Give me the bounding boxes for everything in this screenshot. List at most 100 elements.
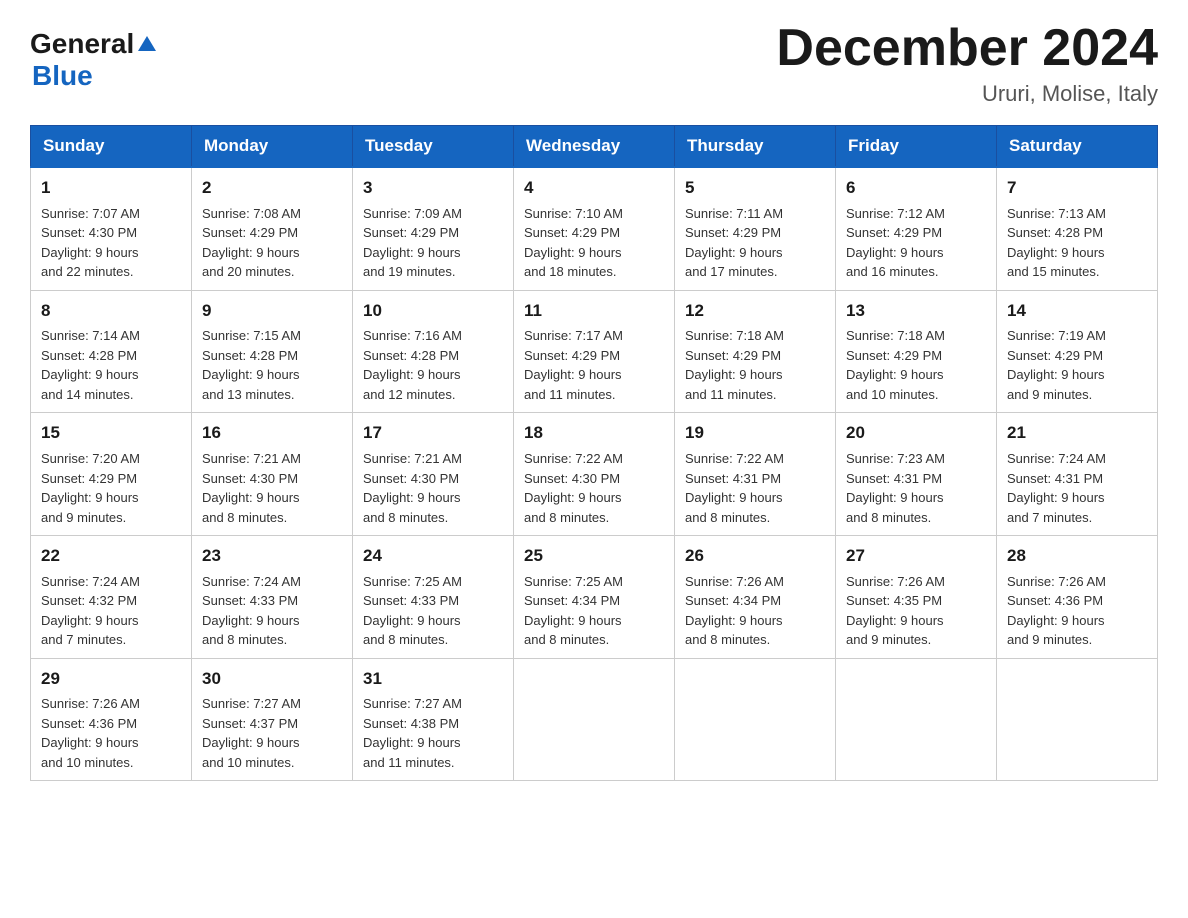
week-row-4: 22Sunrise: 7:24 AMSunset: 4:32 PMDayligh… bbox=[31, 536, 1158, 659]
day-cell-21: 21 Sunrise: 7:24 AMSunset: 4:31 PMDayligh… bbox=[997, 413, 1158, 536]
day-cell-4: 4Sunrise: 7:10 AMSunset: 4:29 PMDaylight… bbox=[514, 167, 675, 290]
day-cell-17: 17Sunrise: 7:21 AMSunset: 4:30 PMDayligh… bbox=[353, 413, 514, 536]
day-cell-19: 19 Sunrise: 7:22 AMSunset: 4:31 PMDayligh… bbox=[675, 413, 836, 536]
day-number-18: 18 bbox=[524, 421, 664, 446]
day-cell-14: 14Sunrise: 7:19 AMSunset: 4:29 PMDayligh… bbox=[997, 290, 1158, 413]
day-number-7: 7 bbox=[1007, 176, 1147, 201]
day-info-3: Sunrise: 7:09 AMSunset: 4:29 PMDaylight:… bbox=[363, 204, 503, 282]
day-cell-6: 6 Sunrise: 7:12 AMSunset: 4:29 PMDaylight… bbox=[836, 167, 997, 290]
day-number-1: 1 bbox=[41, 176, 181, 201]
day-info-21: Sunrise: 7:24 AMSunset: 4:31 PMDaylight:… bbox=[1007, 449, 1147, 527]
day-cell-2: 2 Sunrise: 7:08 AMSunset: 4:29 PMDaylight… bbox=[192, 167, 353, 290]
day-cell-10: 10Sunrise: 7:16 AMSunset: 4:28 PMDayligh… bbox=[353, 290, 514, 413]
day-number-15: 15 bbox=[41, 421, 181, 446]
day-info-27: Sunrise: 7:26 AMSunset: 4:35 PMDaylight:… bbox=[846, 572, 986, 650]
day-cell-9: 9Sunrise: 7:15 AMSunset: 4:28 PMDaylight… bbox=[192, 290, 353, 413]
day-cell-12: 12Sunrise: 7:18 AMSunset: 4:29 PMDayligh… bbox=[675, 290, 836, 413]
day-info-19: Sunrise: 7:22 AMSunset: 4:31 PMDaylight:… bbox=[685, 449, 825, 527]
day-info-24: Sunrise: 7:25 AMSunset: 4:33 PMDaylight:… bbox=[363, 572, 503, 650]
page-title: December 2024 bbox=[776, 20, 1158, 77]
week-row-5: 29Sunrise: 7:26 AMSunset: 4:36 PMDayligh… bbox=[31, 658, 1158, 781]
header-monday: Monday bbox=[192, 126, 353, 168]
day-number-10: 10 bbox=[363, 299, 503, 324]
day-cell-28: 28 Sunrise: 7:26 AMSunset: 4:36 PMDayligh… bbox=[997, 536, 1158, 659]
day-number-23: 23 bbox=[202, 544, 342, 569]
day-number-14: 14 bbox=[1007, 299, 1147, 324]
day-number-29: 29 bbox=[41, 667, 181, 692]
empty-cell-w4-c4 bbox=[675, 658, 836, 781]
day-number-21: 21 bbox=[1007, 421, 1147, 446]
day-number-24: 24 bbox=[363, 544, 503, 569]
day-number-16: 16 bbox=[202, 421, 342, 446]
day-info-1: Sunrise: 7:07 AMSunset: 4:30 PMDaylight:… bbox=[41, 204, 181, 282]
day-info-26: Sunrise: 7:26 AMSunset: 4:34 PMDaylight:… bbox=[685, 572, 825, 650]
day-cell-15: 15 Sunrise: 7:20 AMSunset: 4:29 PMDayligh… bbox=[31, 413, 192, 536]
day-info-25: Sunrise: 7:25 AMSunset: 4:34 PMDaylight:… bbox=[524, 572, 664, 650]
calendar-body: 1 Sunrise: 7:07 AMSunset: 4:30 PMDaylight… bbox=[31, 167, 1158, 781]
header-friday: Friday bbox=[836, 126, 997, 168]
day-cell-29: 29Sunrise: 7:26 AMSunset: 4:36 PMDayligh… bbox=[31, 658, 192, 781]
day-info-11: Sunrise: 7:17 AMSunset: 4:29 PMDaylight:… bbox=[524, 326, 664, 404]
day-cell-8: 8Sunrise: 7:14 AMSunset: 4:28 PMDaylight… bbox=[31, 290, 192, 413]
header-tuesday: Tuesday bbox=[353, 126, 514, 168]
header-row: SundayMondayTuesdayWednesdayThursdayFrid… bbox=[31, 126, 1158, 168]
logo-general-text: General bbox=[30, 28, 134, 60]
day-number-13: 13 bbox=[846, 299, 986, 324]
day-info-7: Sunrise: 7:13 AMSunset: 4:28 PMDaylight:… bbox=[1007, 204, 1147, 282]
day-number-9: 9 bbox=[202, 299, 342, 324]
day-cell-13: 13Sunrise: 7:18 AMSunset: 4:29 PMDayligh… bbox=[836, 290, 997, 413]
day-info-8: Sunrise: 7:14 AMSunset: 4:28 PMDaylight:… bbox=[41, 326, 181, 404]
empty-cell-w4-c6 bbox=[997, 658, 1158, 781]
day-number-31: 31 bbox=[363, 667, 503, 692]
day-cell-24: 24 Sunrise: 7:25 AMSunset: 4:33 PMDayligh… bbox=[353, 536, 514, 659]
day-number-25: 25 bbox=[524, 544, 664, 569]
page-subtitle: Ururi, Molise, Italy bbox=[776, 81, 1158, 107]
day-info-10: Sunrise: 7:16 AMSunset: 4:28 PMDaylight:… bbox=[363, 326, 503, 404]
logo: General Blue bbox=[30, 28, 156, 92]
day-info-31: Sunrise: 7:27 AMSunset: 4:38 PMDaylight:… bbox=[363, 694, 503, 772]
calendar-table: SundayMondayTuesdayWednesdayThursdayFrid… bbox=[30, 125, 1158, 781]
day-info-30: Sunrise: 7:27 AMSunset: 4:37 PMDaylight:… bbox=[202, 694, 342, 772]
day-number-17: 17 bbox=[363, 421, 503, 446]
day-info-2: Sunrise: 7:08 AMSunset: 4:29 PMDaylight:… bbox=[202, 204, 342, 282]
day-cell-25: 25 Sunrise: 7:25 AMSunset: 4:34 PMDayligh… bbox=[514, 536, 675, 659]
page-header: General Blue December 2024 Ururi, Molise… bbox=[30, 20, 1158, 107]
day-number-30: 30 bbox=[202, 667, 342, 692]
day-info-14: Sunrise: 7:19 AMSunset: 4:29 PMDaylight:… bbox=[1007, 326, 1147, 404]
day-info-6: Sunrise: 7:12 AMSunset: 4:29 PMDaylight:… bbox=[846, 204, 986, 282]
day-info-22: Sunrise: 7:24 AMSunset: 4:32 PMDaylight:… bbox=[41, 572, 181, 650]
day-cell-30: 30Sunrise: 7:27 AMSunset: 4:37 PMDayligh… bbox=[192, 658, 353, 781]
day-cell-23: 23 Sunrise: 7:24 AMSunset: 4:33 PMDayligh… bbox=[192, 536, 353, 659]
day-cell-7: 7 Sunrise: 7:13 AMSunset: 4:28 PMDaylight… bbox=[997, 167, 1158, 290]
day-number-11: 11 bbox=[524, 299, 664, 324]
day-info-23: Sunrise: 7:24 AMSunset: 4:33 PMDaylight:… bbox=[202, 572, 342, 650]
day-info-13: Sunrise: 7:18 AMSunset: 4:29 PMDaylight:… bbox=[846, 326, 986, 404]
day-cell-18: 18Sunrise: 7:22 AMSunset: 4:30 PMDayligh… bbox=[514, 413, 675, 536]
calendar-header: SundayMondayTuesdayWednesdayThursdayFrid… bbox=[31, 126, 1158, 168]
day-number-3: 3 bbox=[363, 176, 503, 201]
day-number-27: 27 bbox=[846, 544, 986, 569]
day-cell-27: 27 Sunrise: 7:26 AMSunset: 4:35 PMDayligh… bbox=[836, 536, 997, 659]
day-cell-26: 26 Sunrise: 7:26 AMSunset: 4:34 PMDayligh… bbox=[675, 536, 836, 659]
day-number-26: 26 bbox=[685, 544, 825, 569]
header-saturday: Saturday bbox=[997, 126, 1158, 168]
day-number-6: 6 bbox=[846, 176, 986, 201]
day-number-5: 5 bbox=[685, 176, 825, 201]
day-info-15: Sunrise: 7:20 AMSunset: 4:29 PMDaylight:… bbox=[41, 449, 181, 527]
day-number-19: 19 bbox=[685, 421, 825, 446]
day-cell-5: 5 Sunrise: 7:11 AMSunset: 4:29 PMDaylight… bbox=[675, 167, 836, 290]
logo-blue-text: Blue bbox=[32, 60, 93, 91]
day-number-8: 8 bbox=[41, 299, 181, 324]
day-number-28: 28 bbox=[1007, 544, 1147, 569]
day-cell-22: 22Sunrise: 7:24 AMSunset: 4:32 PMDayligh… bbox=[31, 536, 192, 659]
empty-cell-w4-c5 bbox=[836, 658, 997, 781]
week-row-1: 1 Sunrise: 7:07 AMSunset: 4:30 PMDaylight… bbox=[31, 167, 1158, 290]
day-info-20: Sunrise: 7:23 AMSunset: 4:31 PMDaylight:… bbox=[846, 449, 986, 527]
day-cell-1: 1 Sunrise: 7:07 AMSunset: 4:30 PMDaylight… bbox=[31, 167, 192, 290]
day-number-20: 20 bbox=[846, 421, 986, 446]
day-info-4: Sunrise: 7:10 AMSunset: 4:29 PMDaylight:… bbox=[524, 204, 664, 282]
day-info-28: Sunrise: 7:26 AMSunset: 4:36 PMDaylight:… bbox=[1007, 572, 1147, 650]
day-number-2: 2 bbox=[202, 176, 342, 201]
day-info-5: Sunrise: 7:11 AMSunset: 4:29 PMDaylight:… bbox=[685, 204, 825, 282]
day-cell-3: 3 Sunrise: 7:09 AMSunset: 4:29 PMDaylight… bbox=[353, 167, 514, 290]
